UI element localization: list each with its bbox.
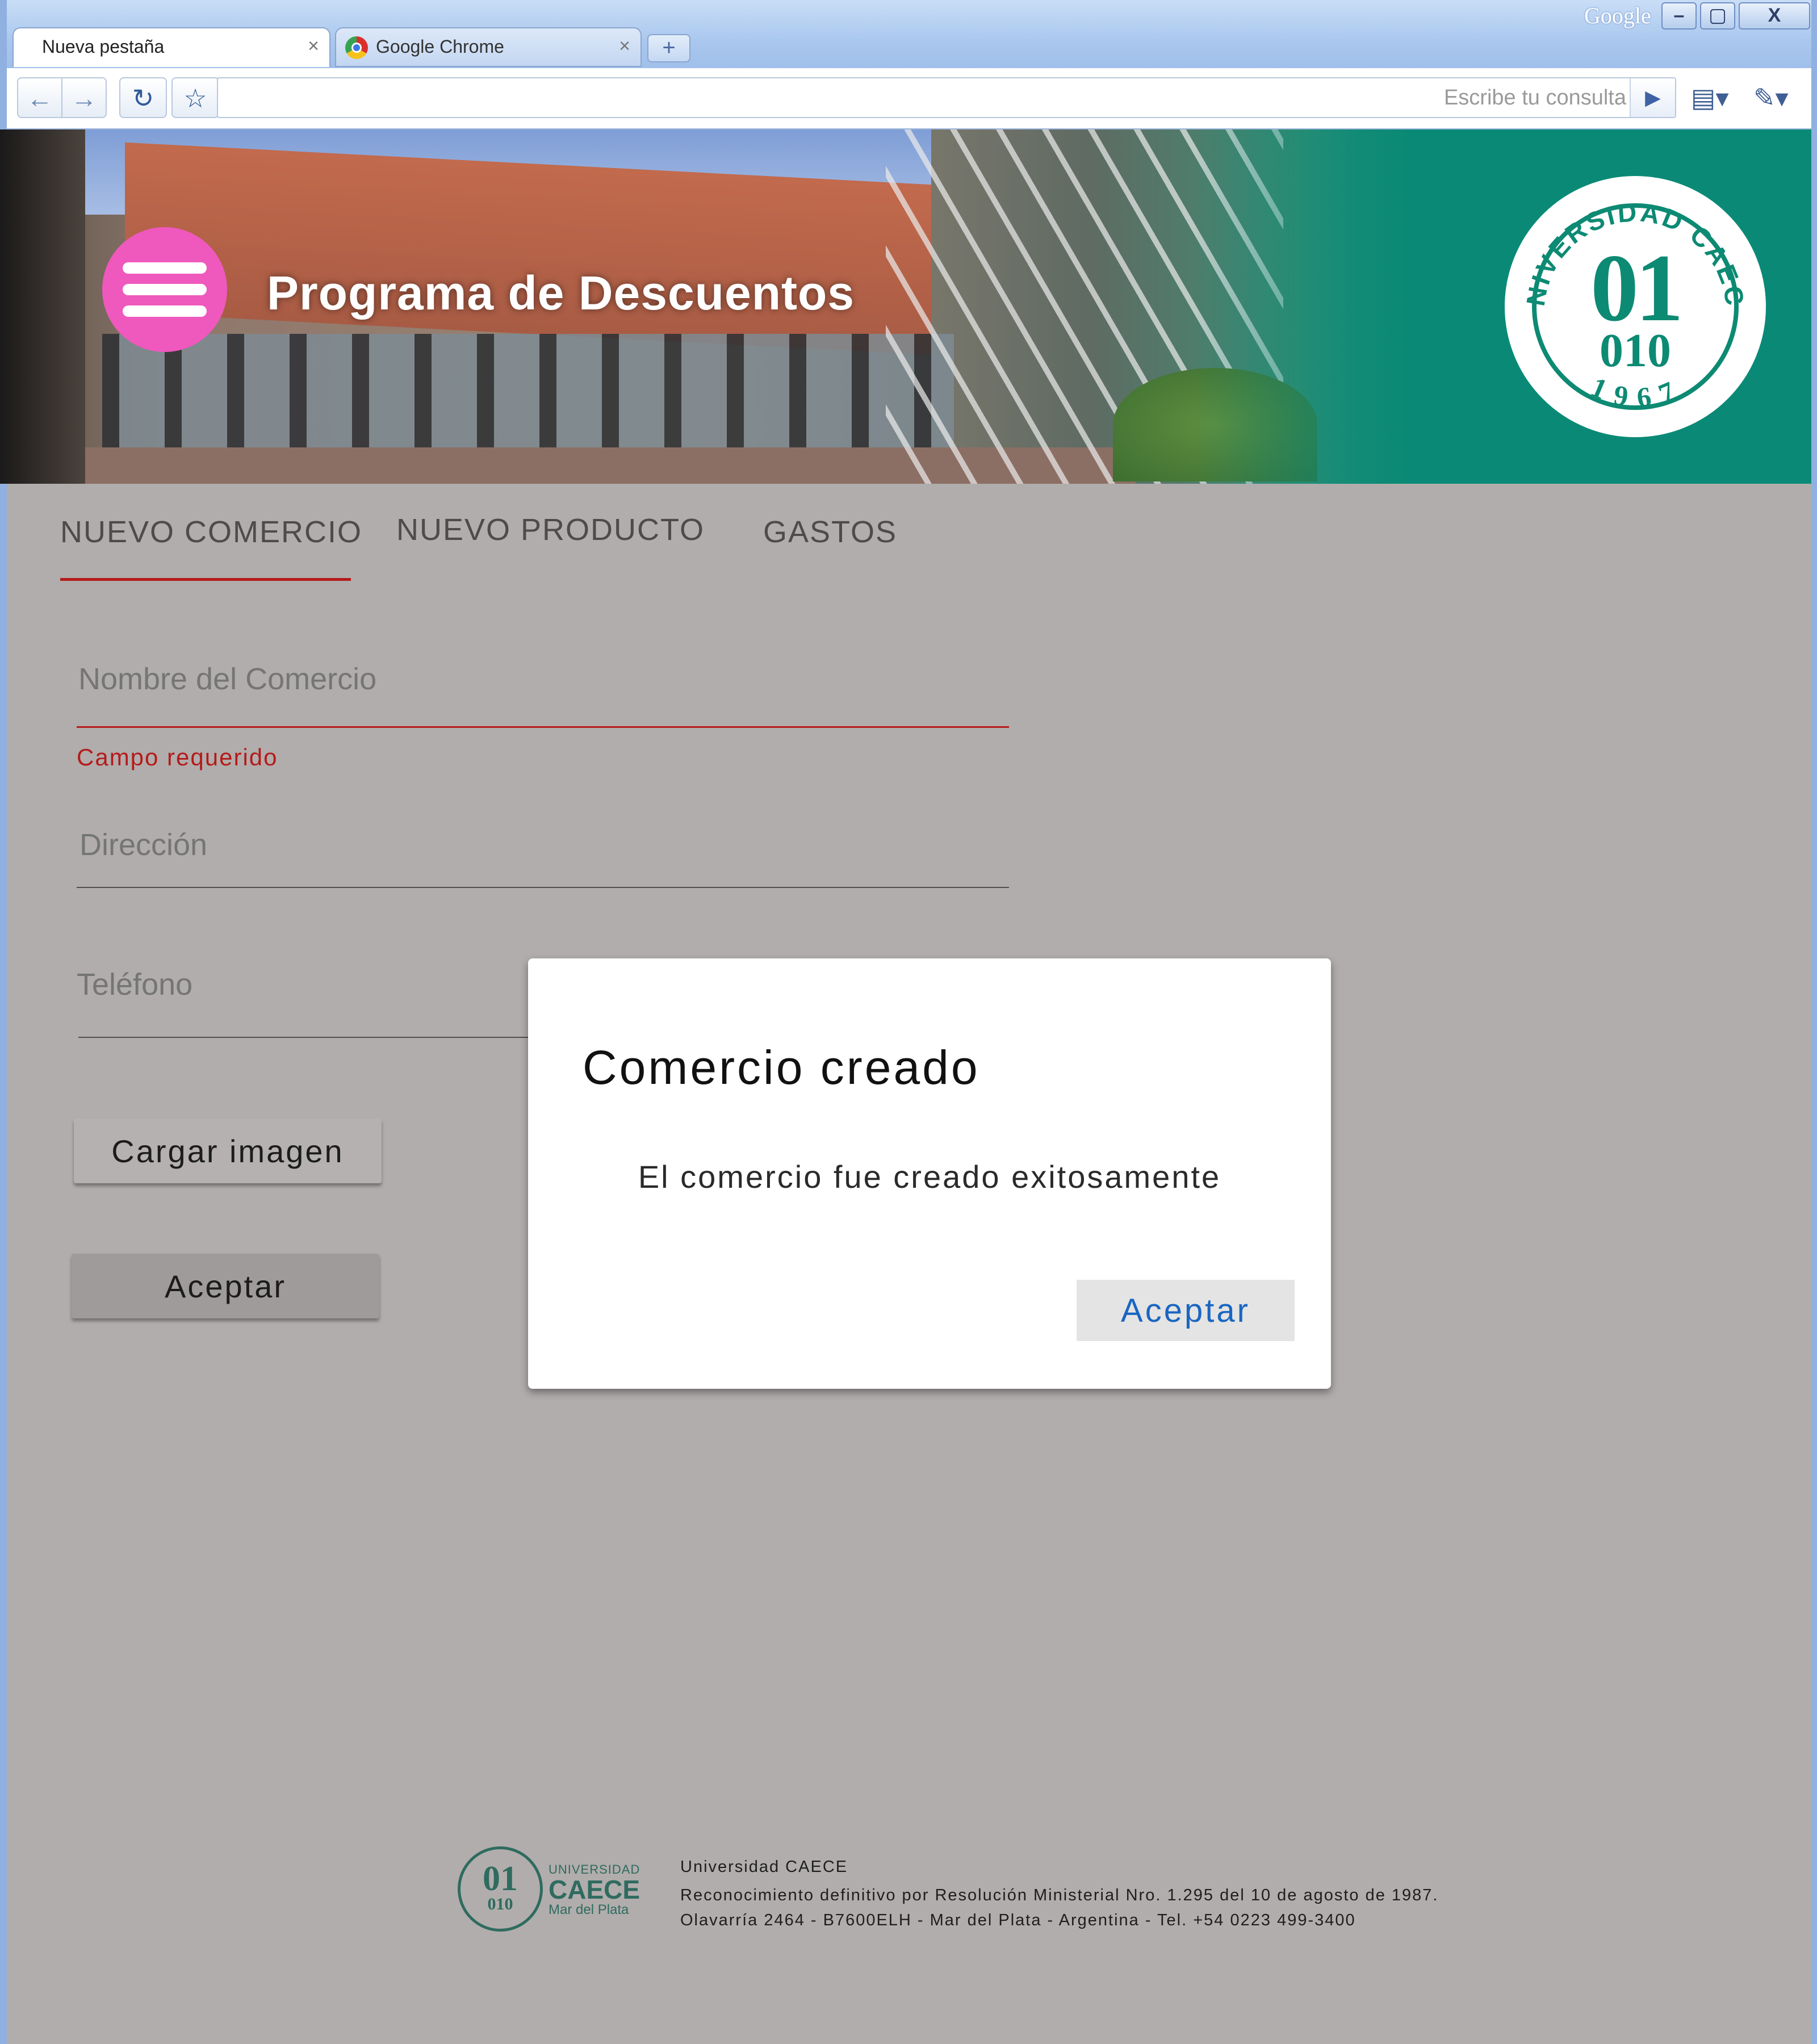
reload-icon[interactable]: ↻ — [119, 77, 167, 118]
hamburger-menu-button[interactable] — [102, 227, 227, 352]
new-tab-button[interactable]: + — [647, 34, 690, 62]
brand-label: Google — [1584, 3, 1651, 28]
banner-windows — [102, 334, 954, 447]
page-title: Programa de Descuentos — [267, 266, 855, 320]
footer-line: Olavarría 2464 - B7600ELH - Mar del Plat… — [680, 1911, 1356, 1929]
tab-label: Nueva pestaña — [42, 36, 165, 57]
close-window-button[interactable]: X — [1739, 2, 1810, 30]
phone-underline — [78, 1037, 533, 1038]
footer-seal-number-bottom: 010 — [487, 1895, 513, 1913]
svg-text:1967: 1967 — [1586, 371, 1690, 414]
page-menu-icon[interactable]: ▤▾ — [1691, 79, 1729, 116]
footer-brand-city: Mar del Plata — [549, 1902, 629, 1917]
banner-shadow — [0, 129, 85, 484]
footer-logo: 01 010 UNIVERSIDAD CAECE Mar del Plata — [458, 1846, 640, 1937]
footer-info: Universidad CAECE Reconocimiento definit… — [680, 1854, 1438, 1933]
footer-brand: UNIVERSIDAD CAECE Mar del Plata — [549, 1862, 640, 1918]
wrench-icon[interactable]: ✎▾ — [1753, 79, 1789, 116]
business-name-underline — [77, 726, 1009, 728]
business-name-input[interactable] — [78, 657, 1010, 701]
logo-year: 1967 — [1586, 371, 1678, 414]
forward-icon[interactable]: → — [61, 77, 107, 118]
logo-number-bottom: 010 — [1600, 324, 1671, 377]
dialog-title: Comercio creado — [583, 1041, 980, 1094]
footer-seal-number-top: 01 — [483, 1859, 518, 1898]
hamburger-icon — [123, 284, 207, 295]
tab-label: Google Chrome — [376, 36, 504, 57]
tab-close-icon[interactable]: × — [308, 35, 319, 57]
window-frame-right — [1811, 0, 1817, 2044]
tab-google-chrome[interactable]: Google Chrome × — [335, 27, 642, 67]
title-bar: Google – ▢ X Nueva pestaña × Google Chro… — [0, 0, 1817, 70]
active-tab-indicator — [60, 578, 351, 581]
tab-close-icon[interactable]: × — [619, 35, 630, 57]
tab-nuevo-producto[interactable]: NUEVO PRODUCTO — [396, 512, 705, 547]
accept-button[interactable]: Aceptar — [72, 1254, 379, 1318]
page-content: Programa de Descuentos UNIVERSIDAD CAECE… — [0, 129, 1811, 2038]
chrome-icon — [345, 36, 368, 59]
tab-gastos[interactable]: GASTOS — [763, 514, 897, 550]
dialog-message: El comercio fue creado exitosamente — [638, 1159, 1221, 1195]
browser-window: Google – ▢ X Nueva pestaña × Google Chro… — [0, 0, 1817, 2044]
browser-toolbar: ← → ↻ ☆ ▶ ▤▾ ✎▾ — [7, 68, 1811, 130]
university-logo: UNIVERSIDAD CAECE 1967 01 010 — [1505, 176, 1766, 437]
footer-line: Universidad CAECE — [680, 1858, 848, 1876]
logo-number-top: 01 — [1590, 234, 1684, 341]
phone-field[interactable] — [77, 963, 531, 1006]
business-name-error: Campo requerido — [77, 744, 278, 770]
footer-line: Reconocimiento definitivo por Resolución… — [680, 1886, 1439, 1904]
success-dialog: Comercio creado El comercio fue creado e… — [528, 958, 1331, 1389]
omnibox[interactable]: ▶ — [217, 77, 1676, 118]
tab-nueva-pestana[interactable]: Nueva pestaña × — [12, 27, 330, 67]
dialog-accept-button[interactable]: Aceptar — [1077, 1280, 1295, 1341]
load-image-button[interactable]: Cargar imagen — [74, 1119, 382, 1183]
back-icon[interactable]: ← — [17, 77, 62, 118]
address-field[interactable] — [79, 823, 1011, 866]
go-icon[interactable]: ▶ — [1630, 78, 1675, 117]
footer-brand-name: CAECE — [549, 1875, 640, 1904]
tab-nuevo-comercio[interactable]: NUEVO COMERCIO — [60, 514, 362, 550]
hamburger-icon — [123, 262, 207, 274]
footer-seal: 01 010 — [458, 1846, 543, 1932]
header-banner: Programa de Descuentos UNIVERSIDAD CAECE… — [0, 129, 1811, 484]
hamburger-icon — [123, 305, 207, 317]
maximize-button[interactable]: ▢ — [1700, 2, 1735, 30]
minimize-button[interactable]: – — [1661, 2, 1697, 30]
address-underline — [77, 887, 1009, 888]
bookmark-star-icon[interactable]: ☆ — [171, 77, 219, 118]
address-input[interactable] — [218, 78, 1632, 117]
